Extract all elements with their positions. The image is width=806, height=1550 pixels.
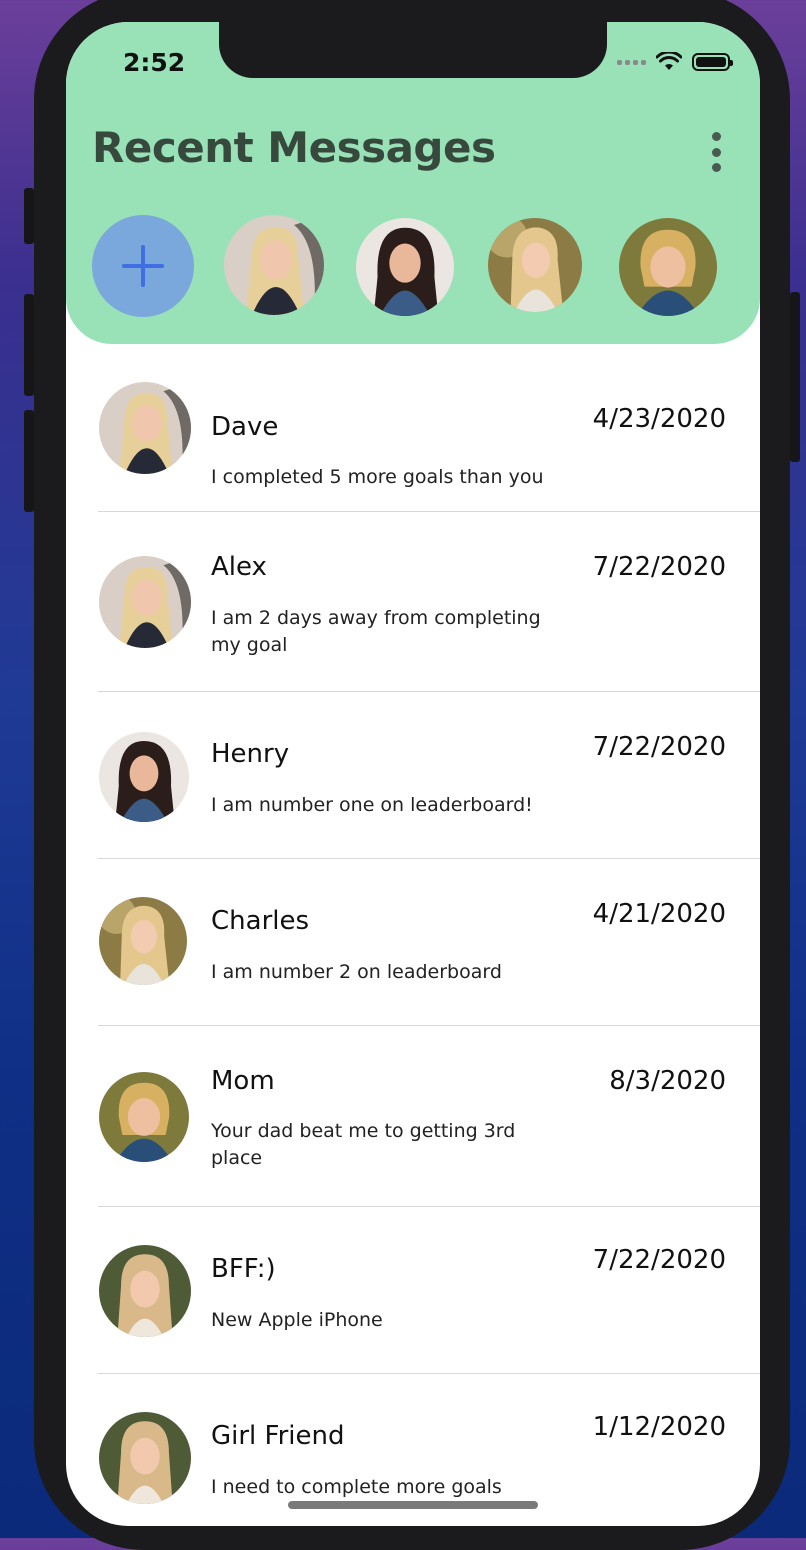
contact-name: Alex xyxy=(211,552,267,582)
message-preview: I completed 5 more goals than you xyxy=(211,466,544,488)
notch xyxy=(219,22,607,78)
message-date: 1/12/2020 xyxy=(592,1412,726,1442)
page-title: Recent Messages xyxy=(92,123,496,172)
message-preview: New Apple iPhone xyxy=(211,1309,383,1331)
contact-avatar xyxy=(99,382,191,474)
status-time: 2:52 xyxy=(123,48,186,77)
mute-switch xyxy=(24,188,34,244)
conversation-list: Dave I completed 5 more goals than you 4… xyxy=(66,344,760,1526)
new-message-button[interactable] xyxy=(92,215,194,317)
contact-name: BFF:) xyxy=(211,1254,276,1284)
message-preview: I need to complete more goals xyxy=(211,1476,502,1498)
message-date: 4/21/2020 xyxy=(592,899,726,929)
message-preview: I am number 2 on leaderboard xyxy=(211,961,502,983)
signal-icon xyxy=(617,59,646,65)
message-date: 8/3/2020 xyxy=(609,1066,726,1096)
message-preview: Your dad beat me to getting 3rd place xyxy=(211,1120,516,1169)
power-button xyxy=(790,292,800,462)
conversation-row-dave[interactable]: Dave I completed 5 more goals than you 4… xyxy=(66,344,760,512)
story-avatar-4[interactable] xyxy=(619,218,717,316)
contact-name: Charles xyxy=(211,906,310,936)
volume-down-button xyxy=(24,410,34,512)
message-preview: I am number one on leaderboard! xyxy=(211,794,533,816)
message-date: 7/22/2020 xyxy=(592,552,726,582)
contact-name: Mom xyxy=(211,1066,275,1096)
conversation-row-alex[interactable]: Alex I am 2 days away from completing my… xyxy=(66,512,760,692)
conversation-row-charles[interactable]: Charles I am number 2 on leaderboard 4/2… xyxy=(66,859,760,1026)
contact-name: Henry xyxy=(211,739,290,769)
conversation-row-bff[interactable]: BFF:) New Apple iPhone 7/22/2020 xyxy=(66,1207,760,1374)
contact-name: Dave xyxy=(211,412,279,442)
contact-name: Girl Friend xyxy=(211,1421,345,1451)
message-date: 7/22/2020 xyxy=(592,1245,726,1275)
story-avatar-2[interactable] xyxy=(356,218,454,316)
conversation-row-mom[interactable]: Mom Your dad beat me to getting 3rd plac… xyxy=(66,1026,760,1207)
home-indicator[interactable] xyxy=(288,1501,538,1509)
contact-avatar xyxy=(99,1412,191,1504)
wifi-icon xyxy=(656,52,682,70)
conversation-row-henry[interactable]: Henry I am number one on leaderboard! 7/… xyxy=(66,692,760,859)
plus-icon xyxy=(122,245,164,287)
contact-avatar xyxy=(99,1072,189,1162)
volume-up-button xyxy=(24,294,34,396)
contact-avatar xyxy=(99,897,187,985)
status-icons xyxy=(617,52,733,72)
app-screen: 2:52 Recent Messages Dave I completed 5 … xyxy=(66,22,760,1526)
story-avatar-1[interactable] xyxy=(224,215,324,315)
contact-avatar xyxy=(99,556,191,648)
story-avatar-3[interactable] xyxy=(488,218,582,312)
contact-avatar xyxy=(99,732,189,822)
message-preview: I am 2 days away from completing my goal xyxy=(211,607,541,656)
contact-avatar xyxy=(99,1245,191,1337)
message-date: 7/22/2020 xyxy=(592,732,726,762)
message-date: 4/23/2020 xyxy=(592,404,726,434)
more-options-icon[interactable] xyxy=(708,132,724,172)
battery-icon xyxy=(692,53,733,71)
